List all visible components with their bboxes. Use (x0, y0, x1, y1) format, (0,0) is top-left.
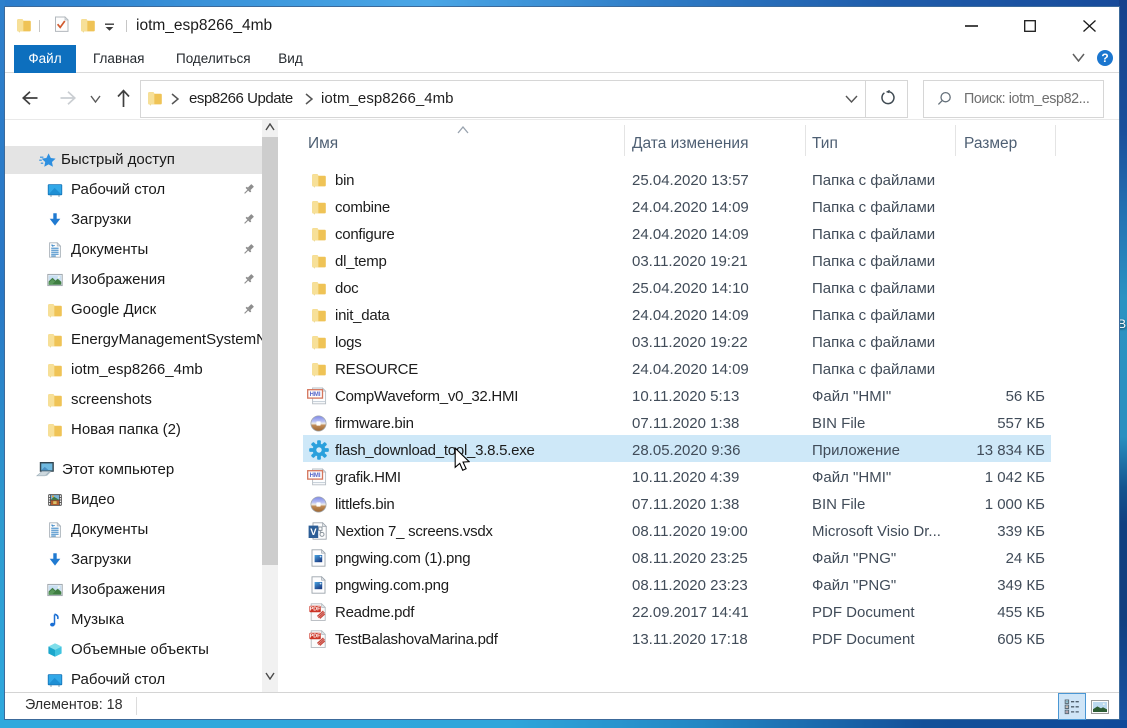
svg-text:PDF: PDF (310, 606, 321, 612)
svg-text:PDF: PDF (310, 633, 321, 639)
svg-text:HMI: HMI (310, 473, 321, 479)
svg-text:HMI: HMI (310, 392, 321, 398)
svg-text:V: V (310, 527, 317, 538)
